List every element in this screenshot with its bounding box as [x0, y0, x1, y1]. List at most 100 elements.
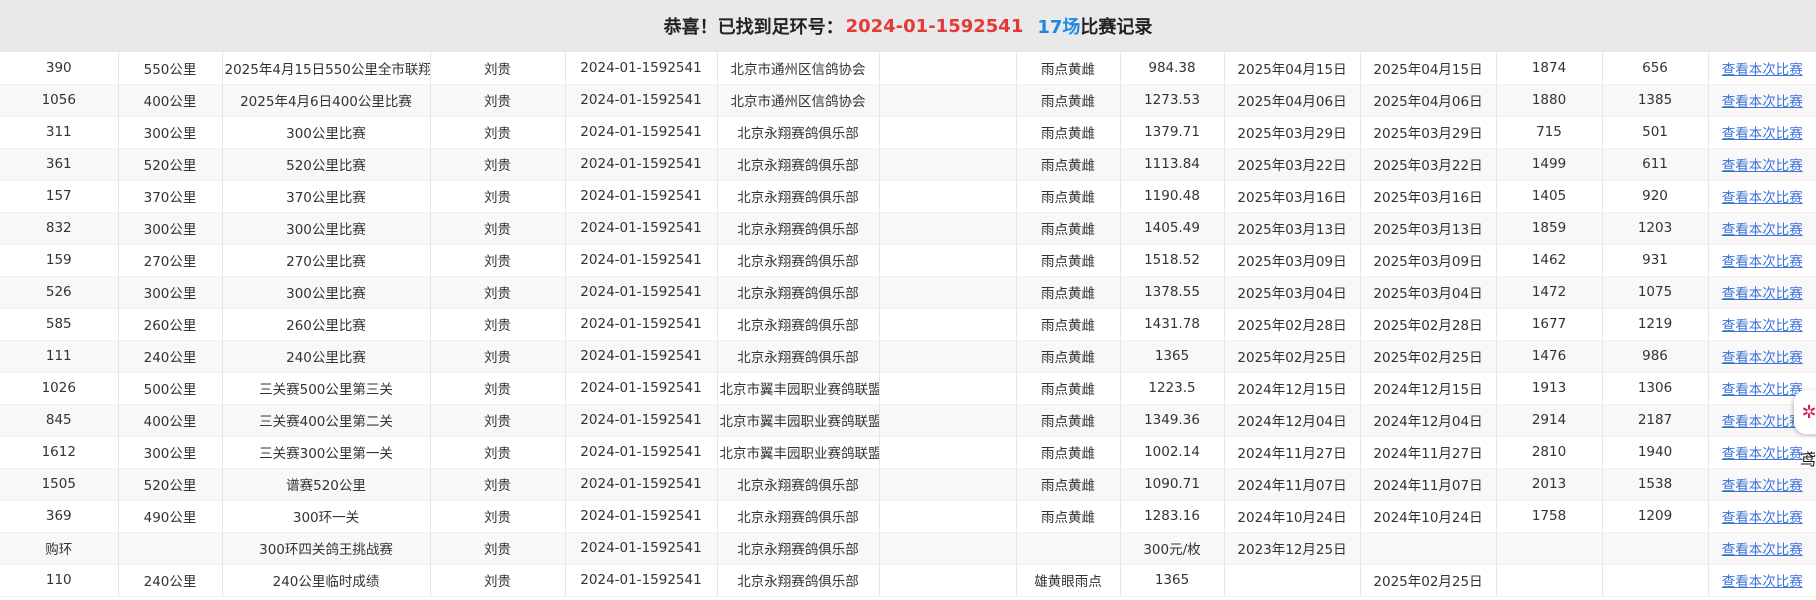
race-name-cell: 300环一关	[222, 500, 431, 533]
race-date-cell: 2024年10月24日	[1224, 500, 1361, 533]
view-race-link[interactable]: 查看本次比赛	[1722, 510, 1803, 526]
race-records-table: 390 550公里 2025年4月15日550公里全市联翔 刘贵 2024-01-159…	[0, 52, 1816, 597]
arrival-date-cell: 2025年03月22日	[1360, 148, 1497, 181]
arrival-date-cell: 2025年02月25日	[1360, 564, 1497, 597]
ring-number-cell: 2024-01-1592541	[565, 468, 718, 501]
arrival-date-cell: 2025年03月13日	[1360, 212, 1497, 245]
detail-link-cell: 查看本次比赛	[1708, 212, 1816, 245]
arrival-date-cell: 2025年03月09日	[1360, 244, 1497, 277]
extra-cell	[879, 276, 1017, 309]
total-pigeons-cell	[1496, 564, 1603, 597]
extra-cell	[879, 532, 1017, 565]
total-pigeons-cell: 2013	[1496, 468, 1603, 501]
speed-cell: 1190.48	[1120, 180, 1225, 213]
table-row: 311 300公里 300公里比赛 刘贵 2024-01-1592541 北京永翔赛鸽俱乐…	[0, 116, 1816, 149]
detail-link-cell: 查看本次比赛	[1708, 500, 1816, 533]
view-race-link[interactable]: 查看本次比赛	[1722, 350, 1803, 366]
extra-cell	[879, 212, 1017, 245]
header-ring-number: 2024-01-1592541	[845, 15, 1024, 37]
rank-cell: 1056	[0, 84, 119, 117]
race-name-cell: 300公里比赛	[222, 116, 431, 149]
basket-count-cell	[1602, 564, 1709, 597]
arrival-date-cell: 2025年03月29日	[1360, 116, 1497, 149]
owner-cell: 刘贵	[430, 564, 566, 597]
table-row: 832 300公里 300公里比赛 刘贵 2024-01-1592541 北京永翔赛鸽俱乐…	[0, 212, 1816, 245]
speed-cell: 1518.52	[1120, 244, 1225, 277]
ring-number-cell: 2024-01-1592541	[565, 180, 718, 213]
race-name-cell: 300公里比赛	[222, 212, 431, 245]
rank-cell: 1612	[0, 436, 119, 469]
rank-cell: 111	[0, 340, 119, 373]
view-race-link[interactable]: 查看本次比赛	[1722, 414, 1803, 430]
detail-link-cell: 查看本次比赛	[1708, 532, 1816, 565]
race-name-cell: 谱赛520公里	[222, 468, 431, 501]
view-race-link[interactable]: 查看本次比赛	[1722, 318, 1803, 334]
view-race-link[interactable]: 查看本次比赛	[1722, 126, 1803, 142]
view-race-link[interactable]: 查看本次比赛	[1722, 542, 1803, 558]
distance-cell: 550公里	[118, 52, 223, 85]
view-race-link[interactable]: 查看本次比赛	[1722, 446, 1803, 462]
view-race-link[interactable]: 查看本次比赛	[1722, 190, 1803, 206]
detail-link-cell: 查看本次比赛	[1708, 340, 1816, 373]
detail-link-cell: 查看本次比赛	[1708, 564, 1816, 597]
owner-cell: 刘贵	[430, 436, 566, 469]
feather-color-cell: 雨点黄雌	[1016, 436, 1121, 469]
feather-color-cell: 雨点黄雌	[1016, 116, 1121, 149]
basket-count-cell: 986	[1602, 340, 1709, 373]
speed-cell: 1379.71	[1120, 116, 1225, 149]
extra-cell	[879, 340, 1017, 373]
view-race-link[interactable]: 查看本次比赛	[1722, 94, 1803, 110]
basket-count-cell: 1538	[1602, 468, 1709, 501]
speed-cell: 1283.16	[1120, 500, 1225, 533]
arrival-date-cell: 2025年04月06日	[1360, 84, 1497, 117]
race-date-cell: 2025年03月22日	[1224, 148, 1361, 181]
organization-cell: 北京市通州区信鸽协会	[717, 84, 880, 117]
owner-cell: 刘贵	[430, 212, 566, 245]
distance-cell: 400公里	[118, 404, 223, 437]
race-date-cell: 2025年02月28日	[1224, 308, 1361, 341]
arrival-date-cell: 2024年10月24日	[1360, 500, 1497, 533]
organization-cell: 北京永翔赛鸽俱乐部	[717, 564, 880, 597]
rank-cell: 311	[0, 116, 119, 149]
race-date-cell: 2024年11月07日	[1224, 468, 1361, 501]
view-race-link[interactable]: 查看本次比赛	[1722, 62, 1803, 78]
feather-color-cell: 雨点黄雌	[1016, 404, 1121, 437]
rank-cell: 361	[0, 148, 119, 181]
ring-number-cell: 2024-01-1592541	[565, 148, 718, 181]
speed-cell: 1349.36	[1120, 404, 1225, 437]
race-date-cell: 2025年03月04日	[1224, 276, 1361, 309]
view-race-link[interactable]: 查看本次比赛	[1722, 254, 1803, 270]
race-date-cell: 2025年03月13日	[1224, 212, 1361, 245]
basket-count-cell: 1940	[1602, 436, 1709, 469]
owner-cell: 刘贵	[430, 404, 566, 437]
detail-link-cell: 查看本次比赛	[1708, 148, 1816, 181]
race-date-cell: 2025年02月25日	[1224, 340, 1361, 373]
view-race-link[interactable]: 查看本次比赛	[1722, 478, 1803, 494]
extra-cell	[879, 180, 1017, 213]
total-pigeons-cell: 1758	[1496, 500, 1603, 533]
feather-color-cell: 雨点黄雌	[1016, 500, 1121, 533]
ring-number-cell: 2024-01-1592541	[565, 436, 718, 469]
owner-cell: 刘贵	[430, 372, 566, 405]
detail-link-cell: 查看本次比赛	[1708, 52, 1816, 85]
basket-count-cell: 2187	[1602, 404, 1709, 437]
view-race-link[interactable]: 查看本次比赛	[1722, 382, 1803, 398]
view-race-link[interactable]: 查看本次比赛	[1722, 222, 1803, 238]
race-date-cell: 2025年03月29日	[1224, 116, 1361, 149]
floating-app-widget[interactable]: ✲	[1794, 390, 1816, 434]
distance-cell: 520公里	[118, 148, 223, 181]
table-row: 1612 300公里 三关赛300公里第一关 刘贵 2024-01-1592541 北京市…	[0, 436, 1816, 469]
ring-number-cell: 2024-01-1592541	[565, 404, 718, 437]
view-race-link[interactable]: 查看本次比赛	[1722, 158, 1803, 174]
total-pigeons-cell: 2810	[1496, 436, 1603, 469]
organization-cell: 北京永翔赛鸽俱乐部	[717, 148, 880, 181]
organization-cell: 北京永翔赛鸽俱乐部	[717, 180, 880, 213]
distance-cell: 520公里	[118, 468, 223, 501]
total-pigeons-cell: 1476	[1496, 340, 1603, 373]
organization-cell: 北京市翼丰园职业赛鸽联盟	[717, 436, 880, 469]
view-race-link[interactable]: 查看本次比赛	[1722, 574, 1803, 590]
view-race-link[interactable]: 查看本次比赛	[1722, 286, 1803, 302]
organization-cell: 北京市翼丰园职业赛鸽联盟	[717, 372, 880, 405]
rank-cell: 1505	[0, 468, 119, 501]
race-records-body: 390 550公里 2025年4月15日550公里全市联翔 刘贵 2024-01-159…	[0, 52, 1816, 597]
